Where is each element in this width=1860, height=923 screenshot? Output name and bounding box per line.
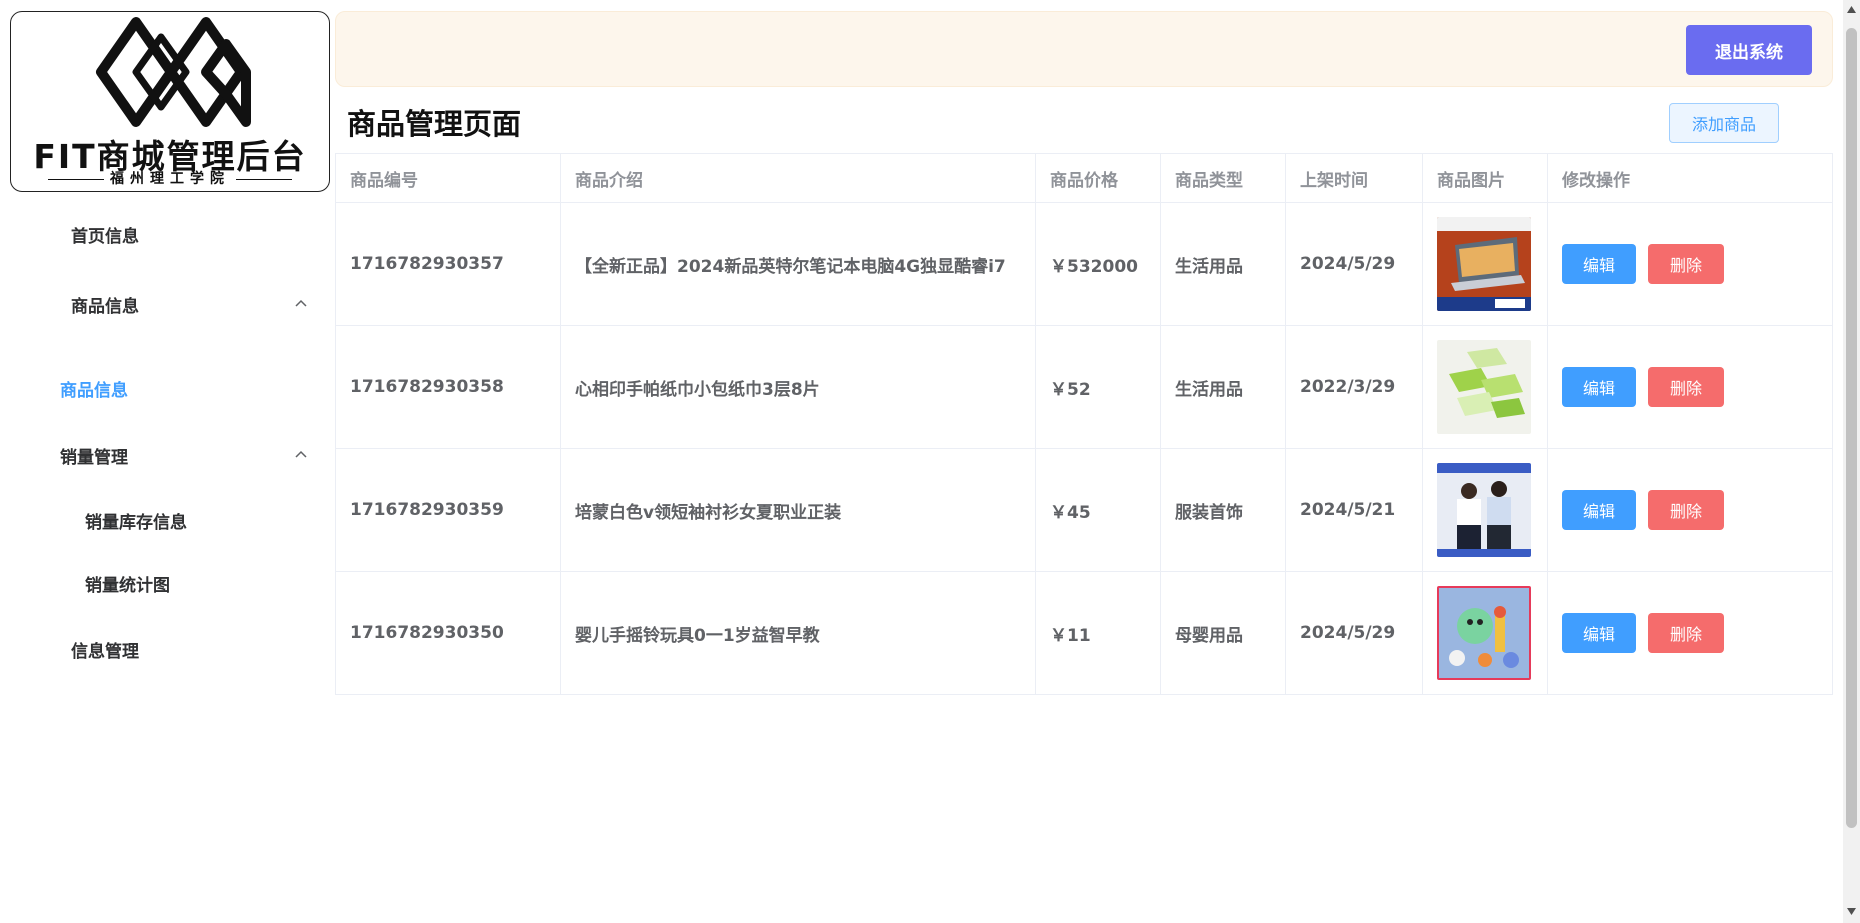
divider <box>236 178 292 180</box>
product-type-cell: 生活用品 <box>1160 202 1286 326</box>
logo-subtitle: 福州理工学院 <box>11 168 329 188</box>
delete-button[interactable]: 删除 <box>1648 367 1724 407</box>
product-price-cell: ￥52 <box>1035 325 1161 449</box>
product-price-cell: ￥532000 <box>1035 202 1161 326</box>
actions-cell: 编辑 删除 <box>1547 202 1833 326</box>
actions-cell: 编辑 删除 <box>1547 325 1833 449</box>
edit-button[interactable]: 编辑 <box>1562 244 1636 284</box>
product-date-cell: 2024/5/29 <box>1285 571 1423 695</box>
divider <box>48 178 104 180</box>
table-row: 1716782930350 婴儿手摇铃玩具0一1岁益智早教 ￥11 母婴用品 2… <box>335 571 1833 695</box>
add-product-button[interactable]: 添加商品 <box>1669 103 1779 143</box>
product-id-cell: 1716782930359 <box>335 448 561 572</box>
product-date-cell: 2024/5/21 <box>1285 448 1423 572</box>
product-image-cell <box>1422 325 1548 449</box>
sidebar-item-sales-inventory[interactable]: 销量库存信息 <box>85 508 187 533</box>
product-description-cell: 婴儿手摇铃玩具0一1岁益智早教 <box>560 571 1036 695</box>
product-date-cell: 2024/5/29 <box>1285 202 1423 326</box>
scrollbar-thumb[interactable] <box>1846 28 1857 828</box>
product-table: 商品编号 商品介绍 商品价格 商品类型 上架时间 商品图片 修改操作 17167… <box>335 153 1833 695</box>
column-header-price[interactable]: 商品价格 <box>1035 153 1161 203</box>
tissue-product-image[interactable] <box>1437 340 1531 434</box>
sidebar-item-info-management[interactable]: 信息管理 <box>71 637 139 662</box>
actions-cell: 编辑 删除 <box>1547 448 1833 572</box>
table-header-row: 商品编号 商品介绍 商品价格 商品类型 上架时间 商品图片 修改操作 <box>335 153 1833 203</box>
product-type-cell: 服装首饰 <box>1160 448 1286 572</box>
sidebar-item-home[interactable]: 首页信息 <box>71 222 139 247</box>
table-row: 1716782930359 培蒙白色v领短袖衬衫女夏职业正装 ￥45 服装首饰 … <box>335 448 1833 572</box>
product-date-cell: 2022/3/29 <box>1285 325 1423 449</box>
chevron-up-icon[interactable] <box>294 449 308 459</box>
product-type-cell: 母婴用品 <box>1160 571 1286 695</box>
table-row: 1716782930357 【全新正品】2024新品英特尔笔记本电脑4G独显酷睿… <box>335 202 1833 326</box>
product-price-cell: ￥11 <box>1035 571 1161 695</box>
scroll-up-arrow-icon[interactable] <box>1846 4 1857 15</box>
top-header-bar <box>335 11 1833 87</box>
sidebar-item-sales-chart[interactable]: 销量统计图 <box>85 571 170 596</box>
product-id-cell: 1716782930350 <box>335 571 561 695</box>
logo-subtitle-text: 福州理工学院 <box>110 171 230 187</box>
delete-button[interactable]: 删除 <box>1648 244 1724 284</box>
page-title: 商品管理页面 <box>347 107 522 141</box>
chevron-up-icon[interactable] <box>294 298 308 308</box>
shirt-product-image[interactable] <box>1437 463 1531 557</box>
column-header-description[interactable]: 商品介绍 <box>560 153 1036 203</box>
product-image-cell <box>1422 448 1548 572</box>
edit-button[interactable]: 编辑 <box>1562 490 1636 530</box>
sidebar-item-product-info-sub[interactable]: 商品信息 <box>60 376 128 401</box>
actions-cell: 编辑 删除 <box>1547 571 1833 695</box>
column-header-date[interactable]: 上架时间 <box>1285 153 1423 203</box>
column-header-id[interactable]: 商品编号 <box>335 153 561 203</box>
column-header-type[interactable]: 商品类型 <box>1160 153 1286 203</box>
sidebar-item-product-info[interactable]: 商品信息 <box>71 292 139 317</box>
toy-product-image[interactable] <box>1437 586 1531 680</box>
column-header-image[interactable]: 商品图片 <box>1422 153 1548 203</box>
product-description-cell: 培蒙白色v领短袖衬衫女夏职业正装 <box>560 448 1036 572</box>
logo: FIT商城管理后台 福州理工学院 <box>10 11 330 192</box>
product-type-cell: 生活用品 <box>1160 325 1286 449</box>
sidebar-item-sales-management[interactable]: 销量管理 <box>60 443 128 468</box>
table-row: 1716782930358 心相印手帕纸巾小包纸巾3层8片 ￥52 生活用品 2… <box>335 325 1833 449</box>
column-header-actions[interactable]: 修改操作 <box>1547 153 1833 203</box>
logout-button[interactable]: 退出系统 <box>1686 25 1812 75</box>
product-id-cell: 1716782930357 <box>335 202 561 326</box>
product-price-cell: ￥45 <box>1035 448 1161 572</box>
edit-button[interactable]: 编辑 <box>1562 367 1636 407</box>
product-id-cell: 1716782930358 <box>335 325 561 449</box>
product-image-cell <box>1422 571 1548 695</box>
delete-button[interactable]: 删除 <box>1648 613 1724 653</box>
product-description-cell: 【全新正品】2024新品英特尔笔记本电脑4G独显酷睿i7 <box>560 202 1036 326</box>
edit-button[interactable]: 编辑 <box>1562 613 1636 653</box>
product-description-cell: 心相印手帕纸巾小包纸巾3层8片 <box>560 325 1036 449</box>
product-image-cell <box>1422 202 1548 326</box>
scroll-down-arrow-icon[interactable] <box>1846 906 1857 917</box>
laptop-product-image[interactable] <box>1437 217 1531 311</box>
delete-button[interactable]: 删除 <box>1648 490 1724 530</box>
